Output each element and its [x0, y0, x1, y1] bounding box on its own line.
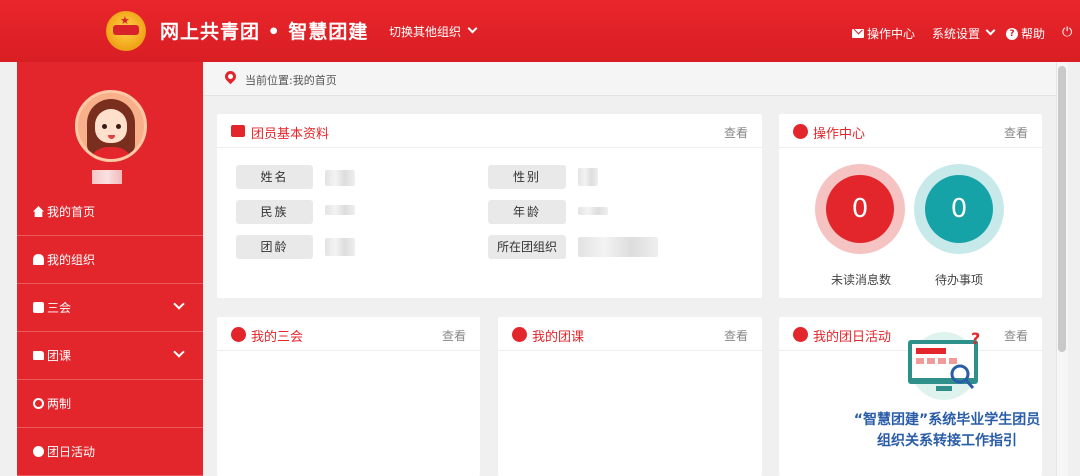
- sidebar-item-label: 两制: [47, 397, 72, 411]
- card-header: 我的三会 查看: [217, 317, 480, 351]
- scrollbar-thumb[interactable]: [1058, 66, 1066, 352]
- sidebar-item-league-lesson[interactable]: 团课: [17, 332, 203, 380]
- youth-league-logo-icon: ★: [106, 11, 146, 51]
- ops-center-link[interactable]: 操作中心: [852, 25, 915, 42]
- field-value-blurred: [325, 238, 355, 256]
- question-icon: ?: [1006, 27, 1018, 40]
- field-label-age: 年龄: [488, 200, 566, 224]
- sidebar-item-label: 团日活动: [47, 445, 96, 459]
- profile-card: 团员基本资料 查看 姓名 民族 团龄 性别 年龄 所在团组织: [217, 114, 762, 298]
- todo-count: 0: [925, 175, 993, 243]
- card-title: 我的团日活动: [813, 330, 892, 345]
- sidebar-item-label: 我的组织: [47, 253, 96, 267]
- sidebar-item-label: 团课: [47, 349, 72, 363]
- graduate-transfer-guide-banner[interactable]: “智慧团建”系统毕业学生团员 组织关系转接工作指引: [842, 410, 1052, 452]
- folder-icon: [33, 351, 44, 360]
- view-link[interactable]: 查看: [724, 327, 748, 344]
- sidebar-item-my-org[interactable]: 我的组织: [17, 236, 203, 284]
- users-icon: [33, 254, 44, 265]
- chevron-down-icon: [467, 23, 478, 34]
- field-label-gender: 性别: [488, 165, 566, 189]
- sidebar-item-label: 我的首页: [47, 205, 96, 219]
- brand-title: 网上共青团 • 智慧团建: [160, 21, 369, 43]
- todo-badge[interactable]: 0: [914, 164, 1004, 254]
- card-header: 操作中心 查看: [779, 114, 1042, 148]
- switch-org-label: 切换其他组织: [389, 25, 462, 39]
- computer-screen-illustration-icon: ?: [908, 330, 980, 400]
- card-title: 操作中心: [813, 127, 866, 142]
- view-link[interactable]: 查看: [1004, 124, 1028, 141]
- svg-text:?: ?: [971, 330, 980, 348]
- flag-icon: [793, 327, 808, 342]
- field-value-blurred: [578, 168, 598, 186]
- ops-center-label: 操作中心: [867, 27, 916, 41]
- help-label: 帮助: [1021, 27, 1046, 41]
- rocket-icon: [512, 327, 527, 342]
- top-header: ★ 网上共青团 • 智慧团建 切换其他组织 操作中心 系统设置 ? 帮助 ⏻: [0, 0, 1080, 62]
- switch-org-dropdown[interactable]: 切换其他组织: [389, 23, 478, 40]
- promo-line-1: “智慧团建”系统毕业学生团员: [853, 412, 1041, 428]
- lessons-card: 我的团课 查看: [498, 317, 762, 476]
- card-header: 团员基本资料 查看: [217, 114, 762, 148]
- field-value-blurred: [325, 205, 355, 215]
- view-link[interactable]: 查看: [724, 124, 748, 141]
- field-value-blurred: [325, 170, 355, 186]
- unread-count: 0: [826, 175, 894, 243]
- help-link[interactable]: ? 帮助: [1006, 25, 1045, 42]
- sidebar: 我的首页 我的组织 三会 团课 两制 团日活动: [17, 62, 203, 476]
- logout-button[interactable]: ⏻: [1062, 25, 1072, 40]
- home-icon: [33, 206, 44, 217]
- gear-icon: [793, 124, 808, 139]
- calendar-icon: [231, 327, 246, 342]
- power-icon: ⏻: [1062, 25, 1073, 40]
- card-title: 我的团课: [532, 330, 585, 345]
- field-label-league-age: 团龄: [236, 235, 313, 259]
- user-avatar[interactable]: [75, 90, 147, 162]
- view-link[interactable]: 查看: [1004, 327, 1028, 344]
- chevron-down-icon: [985, 25, 996, 36]
- card-header: 我的团课 查看: [498, 317, 762, 351]
- view-link[interactable]: 查看: [442, 327, 466, 344]
- settings-dropdown[interactable]: 系统设置: [932, 25, 996, 42]
- field-label-ethnicity: 民族: [236, 200, 313, 224]
- unread-messages-badge[interactable]: 0: [815, 164, 905, 254]
- field-label-org: 所在团组织: [488, 235, 566, 259]
- edit-icon: [33, 302, 44, 313]
- sidebar-item-three-meetings[interactable]: 三会: [17, 284, 203, 332]
- field-label-name: 姓名: [236, 165, 313, 189]
- todo-label: 待办事项: [935, 273, 984, 287]
- ops-center-card: 操作中心 查看 0 未读消息数 0 待办事项: [779, 114, 1042, 298]
- sidebar-item-label: 三会: [47, 301, 72, 315]
- field-value-blurred: [578, 207, 608, 215]
- card-title: 我的三会: [251, 330, 304, 345]
- mail-icon: [852, 29, 864, 38]
- promo-line-2: 组织关系转接工作指引: [877, 433, 1017, 449]
- card-title: 团员基本资料: [251, 127, 330, 142]
- id-card-icon: [231, 125, 245, 137]
- username-blurred: [92, 170, 122, 184]
- chevron-down-icon: [173, 346, 185, 358]
- chevron-down-icon: [173, 298, 185, 310]
- unread-label: 未读消息数: [831, 273, 892, 287]
- sidebar-item-league-day[interactable]: 团日活动: [17, 428, 203, 476]
- recycle-icon: [33, 446, 44, 457]
- field-value-blurred: [578, 237, 658, 257]
- sidebar-item-home[interactable]: 我的首页: [17, 188, 203, 236]
- meetings-card: 我的三会 查看: [217, 317, 480, 476]
- ribbon-icon: [113, 25, 139, 35]
- breadcrumb-text: 当前位置:我的首页: [245, 74, 337, 87]
- sidebar-item-two-systems[interactable]: 两制: [17, 380, 203, 428]
- circle-target-icon: [33, 398, 44, 409]
- settings-label: 系统设置: [932, 27, 981, 41]
